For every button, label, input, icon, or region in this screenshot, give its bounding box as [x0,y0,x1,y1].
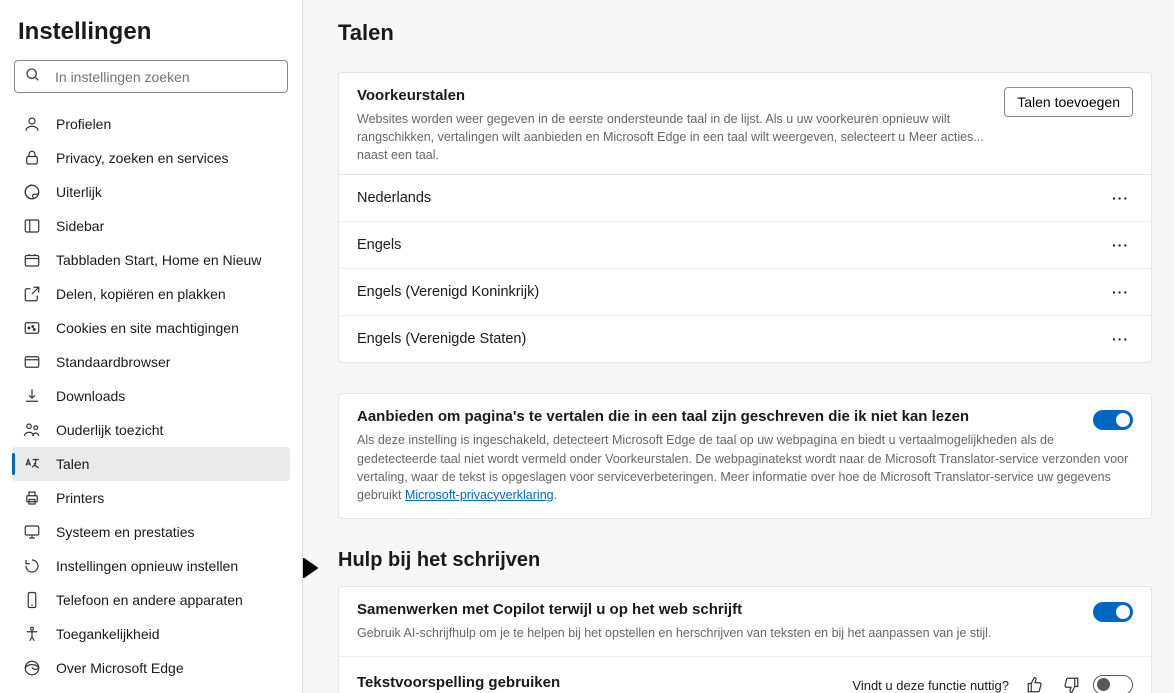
nav-label: Ouderlijk toezicht [56,422,163,438]
accessibility-icon [22,624,42,644]
language-name: Nederlands [357,190,431,206]
copilot-toggle[interactable] [1093,602,1133,622]
browser-icon [22,352,42,372]
languages-icon [22,454,42,474]
profile-icon [22,114,42,134]
card-header: Voorkeurstalen Websites worden weer gege… [339,73,1151,175]
nav-label: Systeem en prestaties [56,524,195,540]
nav-item-downloads[interactable]: Downloads [12,379,290,413]
prediction-toggle[interactable] [1093,675,1133,693]
nav-label: Downloads [56,388,125,404]
arrow-annotation-icon [303,558,325,578]
feedback-text: Vindt u deze functie nuttig? [852,678,1009,693]
translate-card: Aanbieden om pagina's te vertalen die in… [338,393,1152,519]
language-row: Nederlands ··· [339,175,1151,222]
nav-label: Printers [56,490,104,506]
copilot-setting-title: Samenwerken met Copilot terwijl u op het… [357,601,1081,618]
nav-item-about[interactable]: Over Microsoft Edge [12,651,290,685]
nav-label: Standaardbrowser [56,354,170,370]
nav-item-languages[interactable]: Talen [12,447,290,481]
search-icon [25,67,41,86]
sidebar-icon [22,216,42,236]
nav-label: Telefoon en andere apparaten [56,592,243,608]
add-language-button[interactable]: Talen toevoegen [1004,87,1133,117]
nav-label: Uiterlijk [56,184,102,200]
nav-item-reset[interactable]: Instellingen opnieuw instellen [12,549,290,583]
phone-icon [22,590,42,610]
cookies-icon [22,318,42,338]
nav-item-default-browser[interactable]: Standaardbrowser [12,345,290,379]
edge-icon [22,658,42,678]
language-name: Engels (Verenigd Koninkrijk) [357,284,539,300]
nav-label: Privacy, zoeken en services [56,150,228,166]
nav-item-sidebar[interactable]: Sidebar [12,209,290,243]
nav-item-tabs[interactable]: Tabbladen Start, Home en Nieuw [12,243,290,277]
search-input[interactable] [55,69,277,85]
nav-label: Toegankelijkheid [56,626,160,642]
language-name: Engels [357,237,401,253]
lock-icon [22,148,42,168]
prediction-setting-title: Tekstvoorspelling gebruiken [357,674,840,691]
settings-sidebar: Instellingen Profielen Privacy, zoeken e… [0,0,303,693]
printer-icon [22,488,42,508]
page-title: Talen [338,20,1152,46]
more-actions-button[interactable]: ··· [1108,186,1133,210]
nav-list: Profielen Privacy, zoeken en services Ui… [0,105,302,693]
nav-item-share[interactable]: Delen, kopiëren en plakken [12,277,290,311]
translate-setting-title: Aanbieden om pagina's te vertalen die in… [357,408,1081,425]
main-content: Talen Voorkeurstalen Websites worden wee… [303,0,1174,693]
language-row: Engels (Verenigde Staten) ··· [339,316,1151,362]
writing-card: Samenwerken met Copilot terwijl u op het… [338,586,1152,693]
nav-label: Over Microsoft Edge [56,660,184,676]
appearance-icon [22,182,42,202]
nav-item-family[interactable]: Ouderlijk toezicht [12,413,290,447]
reset-icon [22,556,42,576]
settings-title: Instellingen [0,18,302,60]
nav-label: Sidebar [56,218,104,234]
thumbs-down-button[interactable] [1057,671,1085,693]
nav-item-phone[interactable]: Telefoon en andere apparaten [12,583,290,617]
nav-label: Tabbladen Start, Home en Nieuw [56,252,261,268]
nav-item-profiles[interactable]: Profielen [12,107,290,141]
system-icon [22,522,42,542]
translate-toggle[interactable] [1093,410,1133,430]
more-actions-button[interactable]: ··· [1108,280,1133,304]
privacy-link[interactable]: Microsoft-privacyverklaring [405,488,554,502]
feedback-row: Vindt u deze functie nuttig? [852,671,1133,693]
share-icon [22,284,42,304]
nav-item-system[interactable]: Systeem en prestaties [12,515,290,549]
nav-label: Profielen [56,116,111,132]
nav-item-printers[interactable]: Printers [12,481,290,515]
more-actions-button[interactable]: ··· [1108,327,1133,351]
preferred-languages-title: Voorkeurstalen [357,87,994,104]
thumbs-up-button[interactable] [1021,671,1049,693]
nav-label: Instellingen opnieuw instellen [56,558,238,574]
preferred-languages-card: Voorkeurstalen Websites worden weer gege… [338,72,1152,363]
search-container [0,60,302,105]
language-row: Engels (Verenigd Koninkrijk) ··· [339,269,1151,316]
language-row: Engels ··· [339,222,1151,269]
nav-label: Cookies en site machtigingen [56,320,239,336]
nav-item-accessibility[interactable]: Toegankelijkheid [12,617,290,651]
search-box[interactable] [14,60,288,93]
translate-setting-description: Als deze instelling is ingeschakeld, det… [357,431,1133,504]
download-icon [22,386,42,406]
nav-item-privacy[interactable]: Privacy, zoeken en services [12,141,290,175]
nav-item-appearance[interactable]: Uiterlijk [12,175,290,209]
more-actions-button[interactable]: ··· [1108,233,1133,257]
family-icon [22,420,42,440]
preferred-languages-description: Websites worden weer gegeven in de eerst… [357,110,994,164]
tabs-icon [22,250,42,270]
writing-section-title: Hulp bij het schrijven [338,549,1152,572]
copilot-setting-description: Gebruik AI-schrijfhulp om je te helpen b… [357,624,1133,642]
language-name: Engels (Verenigde Staten) [357,331,526,347]
nav-label: Talen [56,456,89,472]
nav-label: Delen, kopiëren en plakken [56,286,226,302]
nav-item-cookies[interactable]: Cookies en site machtigingen [12,311,290,345]
